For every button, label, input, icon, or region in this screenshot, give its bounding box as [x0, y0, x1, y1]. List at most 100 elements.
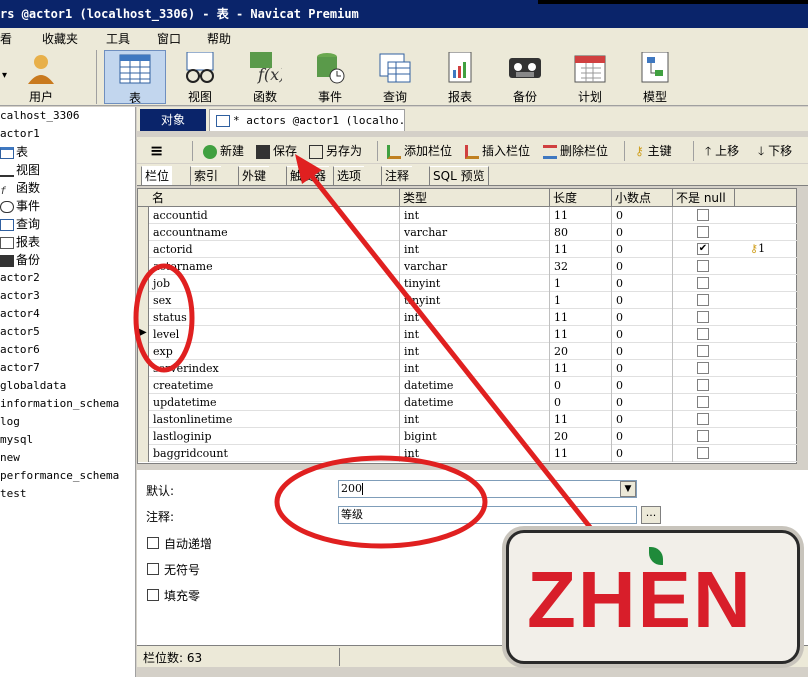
toolbar-event-button[interactable]: 事件	[299, 50, 361, 104]
cell-length[interactable]: 11	[550, 207, 612, 224]
tab-table-designer[interactable]: * actors @actor1 (localho...	[209, 109, 405, 131]
cell-name[interactable]: accountid	[149, 207, 400, 224]
not-null-checkbox[interactable]	[697, 379, 709, 391]
tree-tables[interactable]: 表	[0, 143, 29, 161]
comment-ellipsis-button[interactable]: ...	[641, 506, 661, 524]
cell-type[interactable]: datetime	[400, 394, 550, 411]
cell-type[interactable]: varchar	[400, 258, 550, 275]
tab-options[interactable]: 选项	[333, 166, 365, 185]
table-row[interactable]: status int 11 0	[138, 309, 797, 326]
column-header-name[interactable]: 名	[149, 189, 400, 207]
cell-length[interactable]: 80	[550, 224, 612, 241]
column-header-decimals[interactable]: 小数点	[612, 189, 673, 207]
cell-name[interactable]: actorname	[149, 258, 400, 275]
tree-db-globaldata[interactable]: globaldata	[0, 377, 66, 395]
cell-name[interactable]: lastloginip	[149, 428, 400, 445]
tree-db-new[interactable]: new	[0, 449, 20, 467]
cell-name[interactable]: actorid	[149, 241, 400, 258]
cell-decimals[interactable]: 0	[612, 326, 673, 343]
menu-view[interactable]: 看	[0, 30, 12, 47]
cell-type[interactable]: varchar	[400, 224, 550, 241]
table-row[interactable]: accountname varchar 80 0	[138, 224, 797, 241]
cell-name[interactable]: createtime	[149, 377, 400, 394]
toolbar-view-button[interactable]: 视图	[169, 50, 231, 104]
row-selector[interactable]	[138, 360, 149, 377]
designer-menu-button[interactable]: ≡	[150, 141, 163, 161]
cell-type[interactable]: datetime	[400, 377, 550, 394]
row-selector[interactable]: ▶	[138, 326, 149, 343]
cell-length[interactable]: 11	[550, 309, 612, 326]
tree-connection[interactable]: calhost_3306	[0, 107, 79, 125]
cell-decimals[interactable]: 0	[612, 411, 673, 428]
tree-db-actor2[interactable]: actor2	[0, 269, 40, 287]
toolbar-function-button[interactable]: f(x) 函数	[234, 50, 296, 104]
tree-db-performance-schema[interactable]: performance_schema	[0, 467, 119, 485]
tree-db-actor7[interactable]: actor7	[0, 359, 40, 377]
cell-length[interactable]: 11	[550, 411, 612, 428]
not-null-checkbox[interactable]	[697, 413, 709, 425]
cell-length[interactable]: 1	[550, 275, 612, 292]
tree-reports[interactable]: 报表	[0, 233, 40, 251]
tree-queries[interactable]: 查询	[0, 215, 40, 233]
row-selector[interactable]	[138, 394, 149, 411]
not-null-checkbox[interactable]	[697, 277, 709, 289]
menu-tools[interactable]: 工具	[106, 30, 130, 47]
add-field-button[interactable]: 添加栏位	[387, 141, 452, 161]
cell-decimals[interactable]: 0	[612, 224, 673, 241]
cell-type[interactable]: int	[400, 411, 550, 428]
table-row[interactable]: job tinyint 1 0	[138, 275, 797, 292]
tab-objects[interactable]: 对象	[140, 109, 206, 131]
tree-db-mysql[interactable]: mysql	[0, 431, 33, 449]
row-selector[interactable]	[138, 428, 149, 445]
cell-name[interactable]: level	[149, 326, 400, 343]
tree-backups[interactable]: 备份	[0, 251, 40, 269]
tab-triggers[interactable]: 触发器	[286, 166, 330, 185]
move-down-button[interactable]: 🡓 下移	[758, 141, 792, 161]
tab-foreign-keys[interactable]: 外键	[238, 166, 270, 185]
column-header-type[interactable]: 类型	[400, 189, 550, 207]
cell-type[interactable]: bigint	[400, 428, 550, 445]
not-null-checkbox[interactable]	[697, 260, 709, 272]
table-row[interactable]: actorname varchar 32 0	[138, 258, 797, 275]
insert-field-button[interactable]: 插入栏位	[465, 141, 530, 161]
cell-name[interactable]: exp	[149, 343, 400, 360]
cell-type[interactable]: tinyint	[400, 292, 550, 309]
tab-comment[interactable]: 注释	[381, 166, 413, 185]
not-null-checkbox[interactable]	[697, 362, 709, 374]
table-row[interactable]: updatetime datetime 0 0	[138, 394, 797, 411]
cell-decimals[interactable]: 0	[612, 241, 673, 258]
column-header-not-null[interactable]: 不是 null	[673, 189, 735, 207]
toolbar-query-button[interactable]: 查询	[364, 50, 426, 104]
not-null-checkbox[interactable]	[697, 311, 709, 323]
cell-length[interactable]: 32	[550, 258, 612, 275]
cell-name[interactable]: lastonlinetime	[149, 411, 400, 428]
table-row[interactable]: actorid int 11 0 ✔ ⚷1	[138, 241, 797, 258]
cell-length[interactable]: 0	[550, 394, 612, 411]
delete-field-button[interactable]: 删除栏位	[543, 141, 608, 161]
cell-length[interactable]: 20	[550, 428, 612, 445]
cell-length[interactable]: 0	[550, 377, 612, 394]
not-null-checkbox[interactable]	[697, 209, 709, 221]
cell-length[interactable]: 11	[550, 445, 612, 462]
cell-name[interactable]: updatetime	[149, 394, 400, 411]
not-null-checkbox[interactable]	[697, 294, 709, 306]
comment-field[interactable]: 等级	[338, 506, 637, 524]
table-row[interactable]: baggridcount int 11 0	[138, 445, 797, 462]
save-as-button[interactable]: 另存为	[309, 141, 362, 161]
move-up-button[interactable]: 🡑 上移	[705, 141, 739, 161]
menu-help[interactable]: 帮助	[207, 30, 231, 47]
cell-type[interactable]: int	[400, 326, 550, 343]
table-row[interactable]: serverindex int 11 0	[138, 360, 797, 377]
connection-tree[interactable]: calhost_3306 actor1 表 视图 f 函数 事件 查询 报表 备份…	[0, 107, 136, 677]
cell-decimals[interactable]: 0	[612, 394, 673, 411]
row-selector[interactable]	[138, 275, 149, 292]
toolbar-model-button[interactable]: 模型	[624, 50, 686, 104]
row-selector[interactable]	[138, 292, 149, 309]
tree-views[interactable]: 视图	[0, 161, 40, 179]
default-value-combobox[interactable]: 200	[338, 480, 637, 498]
cell-type[interactable]: int	[400, 207, 550, 224]
cell-decimals[interactable]: 0	[612, 309, 673, 326]
cell-name[interactable]: accountname	[149, 224, 400, 241]
tree-events[interactable]: 事件	[0, 197, 40, 215]
not-null-checkbox[interactable]	[697, 226, 709, 238]
